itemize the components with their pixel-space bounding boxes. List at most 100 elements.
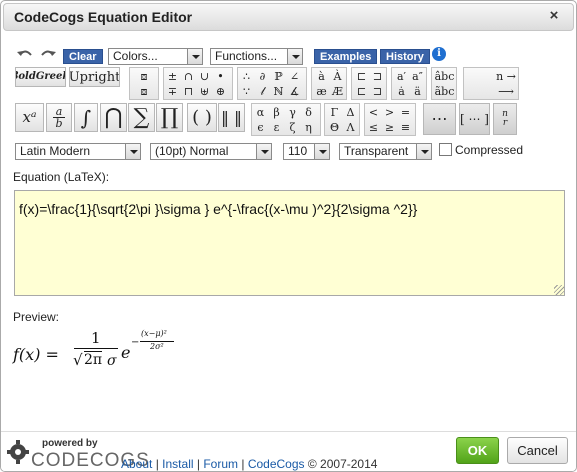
- power-button[interactable]: xᵃ: [15, 103, 44, 132]
- history-button[interactable]: History: [380, 49, 430, 64]
- product-button[interactable]: ∏: [156, 103, 183, 132]
- double-prime-icon[interactable]: a″: [410, 69, 425, 84]
- widehat-icon[interactable]: âbc: [435, 69, 455, 84]
- double-p-icon[interactable]: ℙ: [271, 69, 286, 84]
- AE-icon[interactable]: Æ: [330, 84, 345, 99]
- greater-than-icon[interactable]: >: [382, 105, 397, 120]
- alpha-icon[interactable]: α: [253, 105, 268, 120]
- script-box-icon[interactable]: ⧈: [136, 84, 152, 99]
- beta-icon[interactable]: β: [269, 105, 284, 120]
- box-icon[interactable]: ⊐: [370, 84, 385, 99]
- Delta-icon[interactable]: Δ: [343, 105, 358, 120]
- sum-icon: ∑: [133, 104, 150, 130]
- resize-grip[interactable]: [554, 285, 564, 295]
- eta-icon[interactable]: η: [301, 120, 316, 135]
- Theta-icon[interactable]: Θ: [327, 120, 342, 135]
- matrix-button[interactable]: [ ⋯ ]: [459, 103, 490, 135]
- minus-plus-icon[interactable]: ∓: [165, 84, 180, 99]
- compressed-checkbox[interactable]: [439, 143, 452, 156]
- undo-icon[interactable]: [16, 47, 34, 63]
- latex-input[interactable]: [14, 190, 565, 296]
- chevron-down-icon: [314, 144, 329, 159]
- size-select[interactable]: (10pt) Normal: [150, 143, 272, 160]
- less-than-icon[interactable]: <: [366, 105, 381, 120]
- forum-link[interactable]: Forum: [203, 457, 238, 471]
- ok-button[interactable]: OK: [456, 437, 499, 464]
- arrow-right-icon[interactable]: n →: [493, 69, 519, 84]
- script-box-icon[interactable]: ⧈: [136, 69, 152, 84]
- cap-icon[interactable]: ∩: [181, 69, 196, 84]
- therefore-icon[interactable]: ∴: [239, 69, 254, 84]
- parentheses-button[interactable]: ( ): [187, 103, 217, 132]
- box-icon[interactable]: ⊏: [354, 84, 369, 99]
- equiv-icon[interactable]: ≡: [398, 120, 413, 135]
- cancel-button[interactable]: Cancel: [507, 437, 568, 464]
- equation-editor-dialog: CodeCogs Equation Editor × Clear Colors.…: [0, 0, 577, 472]
- colors-select[interactable]: Colors...: [108, 48, 203, 65]
- partial-icon[interactable]: ∂: [255, 69, 270, 84]
- leq-icon[interactable]: ≤: [366, 120, 381, 135]
- powered-by-label: powered by: [42, 438, 98, 449]
- because-icon[interactable]: ∵: [239, 84, 254, 99]
- box-icon[interactable]: [466, 84, 492, 99]
- upright-button[interactable]: Upright: [69, 67, 120, 87]
- redo-icon[interactable]: [39, 47, 57, 63]
- dpi-select[interactable]: 110: [283, 143, 330, 160]
- dots-button[interactable]: ⋯: [423, 103, 456, 135]
- close-icon[interactable]: ×: [545, 7, 563, 25]
- fraction-button[interactable]: a b: [46, 103, 72, 132]
- install-link[interactable]: Install: [162, 457, 193, 471]
- Gamma-icon[interactable]: Γ: [327, 105, 342, 120]
- geq-icon[interactable]: ≥: [382, 120, 397, 135]
- Lambda-icon[interactable]: Λ: [343, 120, 358, 135]
- integral-button[interactable]: ∫: [74, 103, 98, 132]
- about-link[interactable]: About: [121, 457, 152, 471]
- ell-icon[interactable]: 𝓁: [255, 84, 270, 99]
- zeta-icon[interactable]: ζ: [285, 120, 300, 135]
- codecogs-link[interactable]: CodeCogs: [248, 457, 305, 471]
- angle-icon[interactable]: ∠: [287, 69, 302, 84]
- examples-button[interactable]: Examples: [314, 49, 378, 64]
- info-icon[interactable]: i: [432, 47, 446, 61]
- dot-accent-icon[interactable]: ȧ: [394, 84, 409, 99]
- box-icon[interactable]: ⊏: [354, 69, 369, 84]
- font-select[interactable]: Latin Modern: [15, 143, 141, 160]
- delta-icon[interactable]: δ: [301, 105, 316, 120]
- sum-button[interactable]: ∑: [128, 103, 155, 132]
- gamma-icon[interactable]: γ: [285, 105, 300, 120]
- clear-button[interactable]: Clear: [63, 49, 103, 64]
- double-n-icon[interactable]: ℕ: [271, 84, 286, 99]
- integral-icon: ∫: [80, 105, 92, 130]
- box-icon[interactable]: [466, 69, 492, 84]
- plus-minus-icon[interactable]: ±: [165, 69, 180, 84]
- preview-base-e: e: [121, 343, 131, 362]
- accents-panel: à À æ Æ: [311, 67, 347, 100]
- bold-greek-button[interactable]: βoldGreek: [15, 67, 66, 87]
- prime-icon[interactable]: a′: [394, 69, 409, 84]
- grave-A-icon[interactable]: À: [330, 69, 345, 84]
- varepsilon-icon[interactable]: ε: [269, 120, 284, 135]
- bigcap-button[interactable]: ⋂: [100, 103, 127, 132]
- wide-accents-panel: âbc ãbc: [431, 67, 457, 100]
- ddot-accent-icon[interactable]: ä: [410, 84, 425, 99]
- grave-a-icon[interactable]: à: [314, 69, 329, 84]
- epsilon-icon[interactable]: ϵ: [253, 120, 268, 135]
- sqcap-icon[interactable]: ⊓: [181, 84, 196, 99]
- title-bar[interactable]: CodeCogs Equation Editor ×: [3, 3, 574, 31]
- measured-angle-icon[interactable]: ∡: [287, 84, 302, 99]
- copyright-text: © 2007-2014: [307, 457, 378, 471]
- ae-icon[interactable]: æ: [314, 84, 329, 99]
- bullet-icon[interactable]: •: [213, 69, 228, 84]
- norm-button[interactable]: ‖ ‖: [218, 103, 245, 132]
- box-icon[interactable]: ⊐: [370, 69, 385, 84]
- uplus-icon[interactable]: ⊎: [197, 84, 212, 99]
- cup-icon[interactable]: ∪: [197, 69, 212, 84]
- widetilde-icon[interactable]: ãbc: [435, 84, 455, 99]
- preview-numerator: 1: [91, 329, 101, 347]
- long-arrow-icon[interactable]: ⟶: [493, 84, 519, 99]
- background-select[interactable]: Transparent: [339, 143, 432, 160]
- equals-icon[interactable]: =: [398, 105, 413, 120]
- oplus-icon[interactable]: ⊕: [213, 84, 228, 99]
- binomial-button[interactable]: n r: [493, 103, 517, 135]
- functions-select[interactable]: Functions...: [210, 48, 303, 65]
